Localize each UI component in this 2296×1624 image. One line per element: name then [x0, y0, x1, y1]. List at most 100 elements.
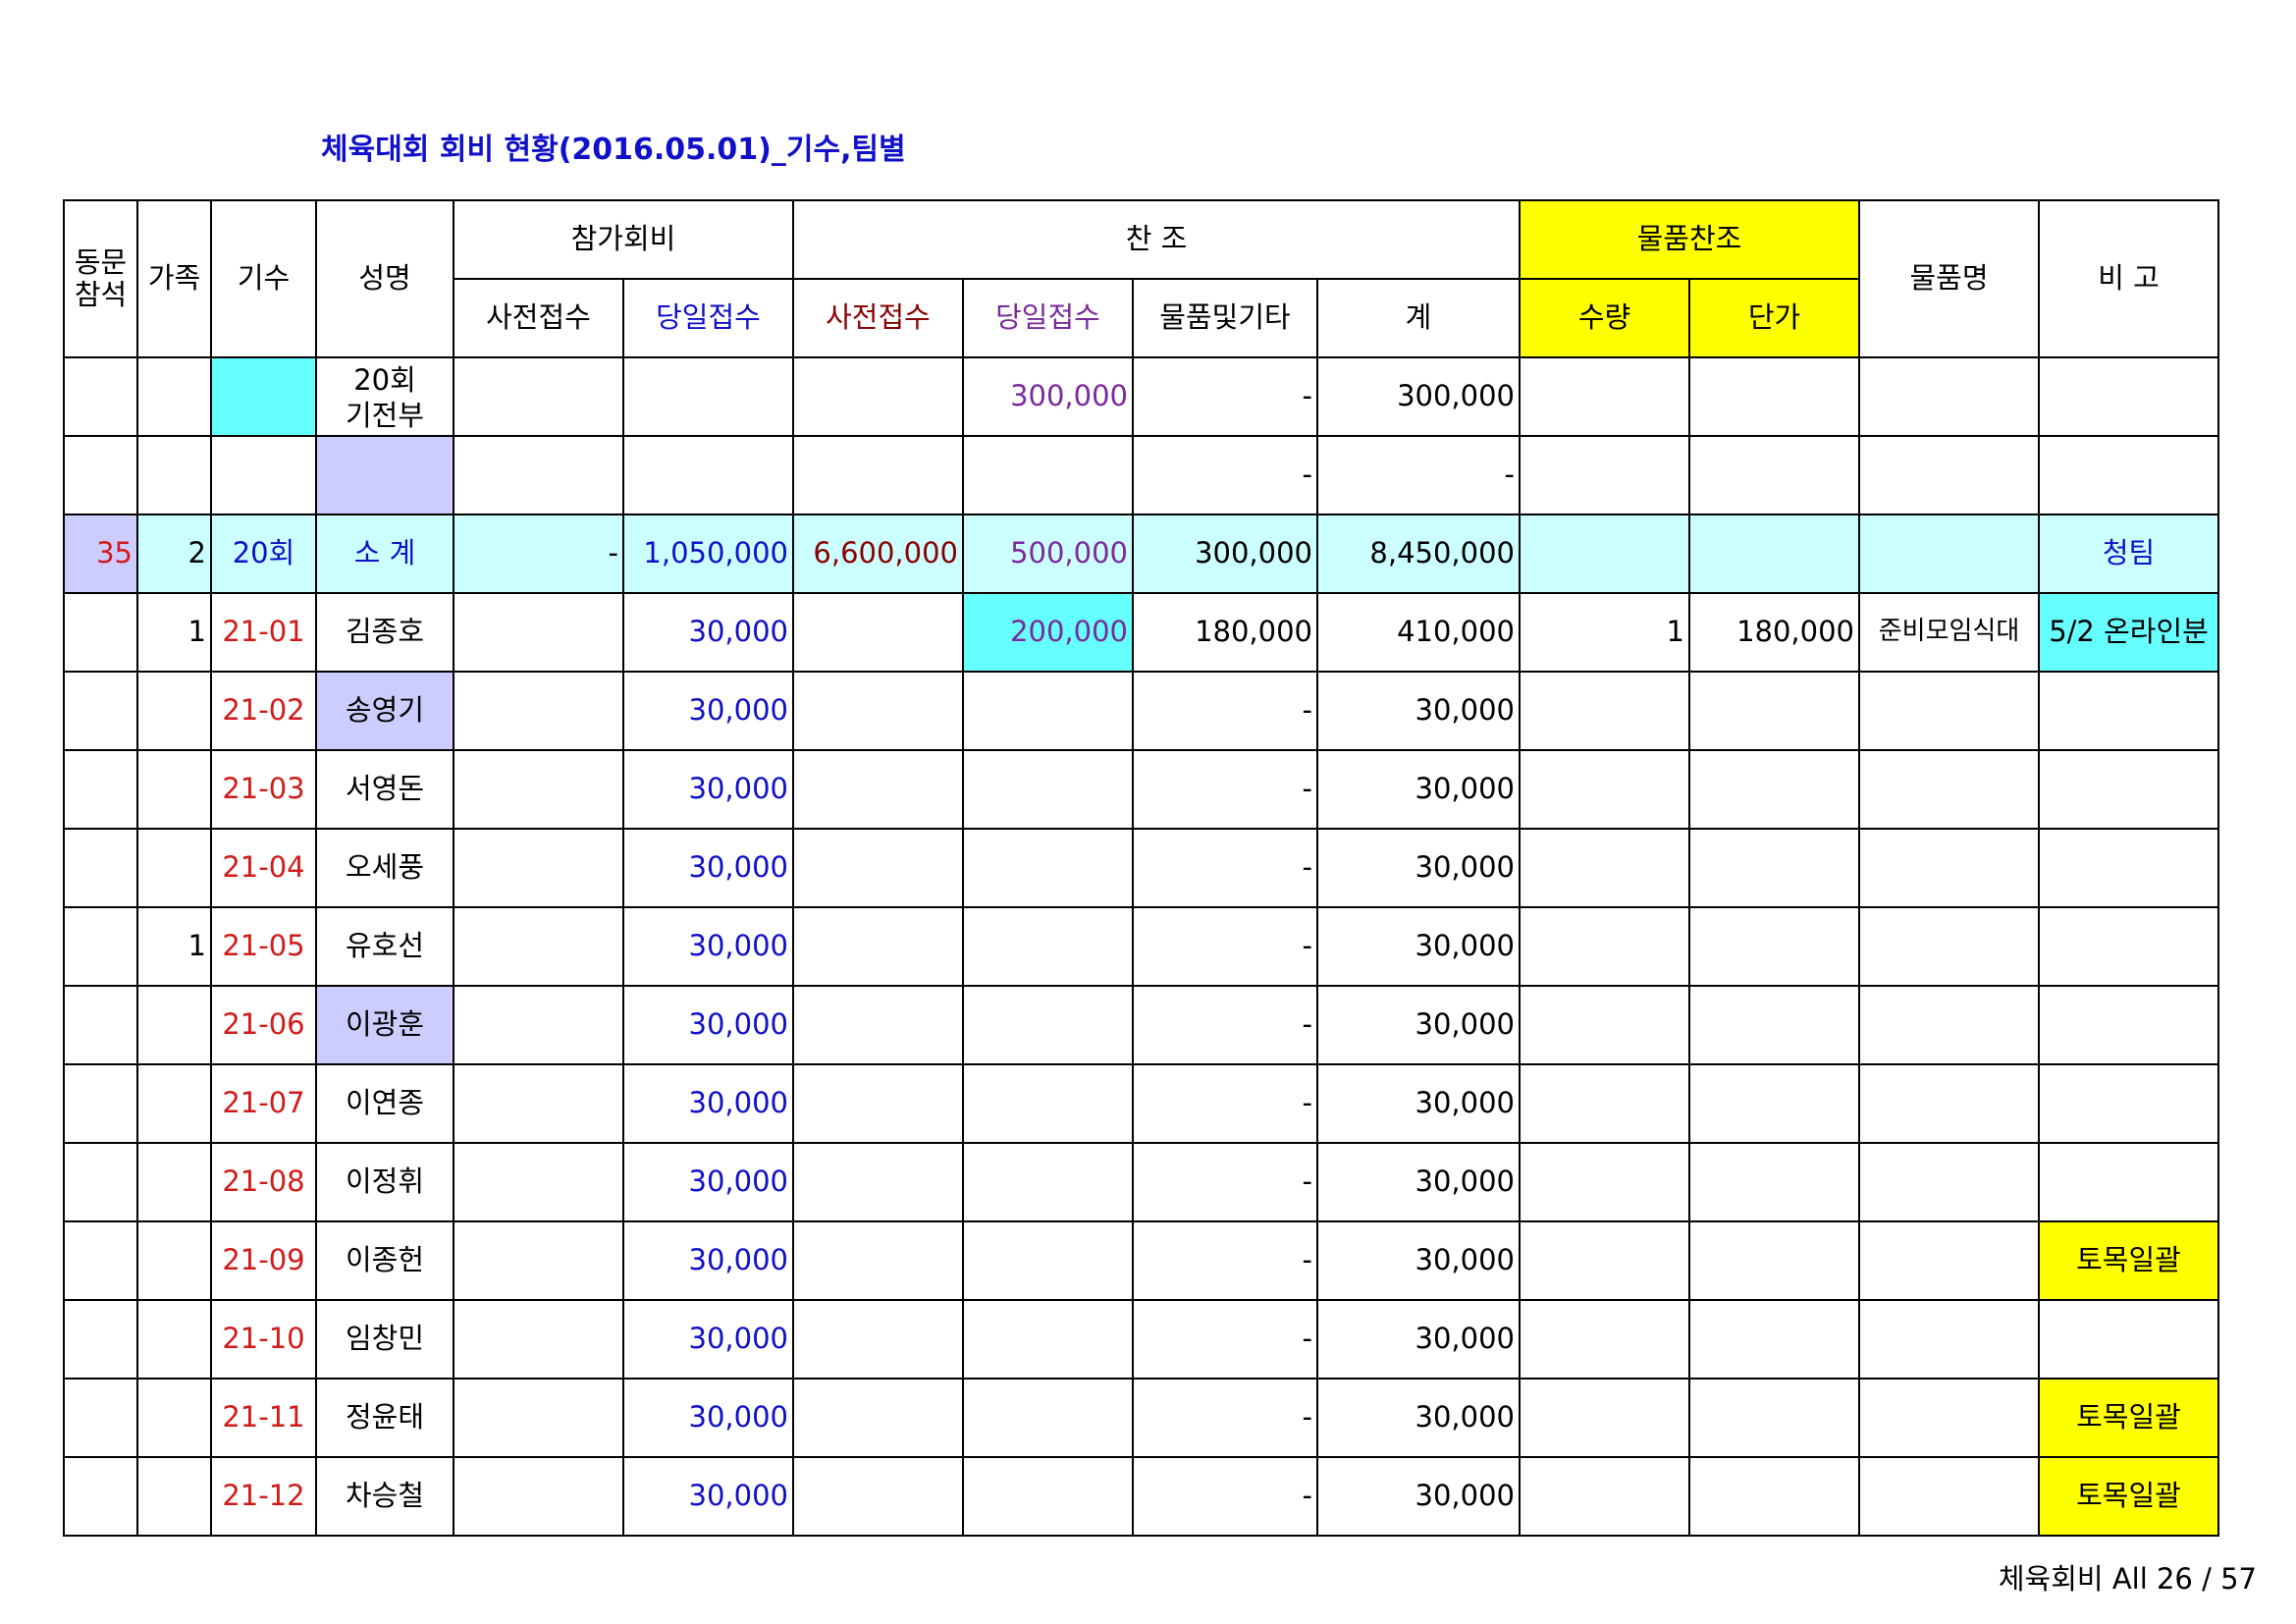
cell-sponsor-pre [792, 1063, 964, 1144]
cell-gisu: 21-10 [210, 1299, 317, 1380]
cell-qty: 1 [1519, 592, 1690, 673]
cell-sponsor-day [962, 828, 1134, 908]
col-header-sponsor-day: 당일접수 [962, 278, 1134, 358]
cell-gisu: 21-02 [210, 671, 317, 751]
cell-sponsor-goods: - [1132, 1063, 1318, 1144]
cell-name: 이광훈 [315, 985, 454, 1065]
cell-name: 정윤태 [315, 1378, 454, 1458]
cell-fee-pre [453, 671, 624, 751]
cell-fee-pre [453, 1220, 624, 1301]
cell-sponsor-day [962, 671, 1134, 751]
col-group-fee: 참가회비 [453, 199, 794, 280]
cell-gisu: 21-07 [210, 1063, 317, 1144]
cell-sponsor-pre [792, 1299, 964, 1380]
cell-name: 이종헌 [315, 1220, 454, 1301]
cell-name: 유호선 [315, 906, 454, 987]
col-header-qty: 수량 [1519, 278, 1690, 358]
cell-price [1688, 671, 1860, 751]
cell-goods-name [1858, 985, 2040, 1065]
cell-total: 30,000 [1316, 671, 1521, 751]
cell-sponsor-day [962, 749, 1134, 830]
cell-family [136, 1456, 212, 1537]
cell-price [1688, 749, 1860, 830]
cell-goods-name [1858, 1063, 2040, 1144]
table-row: 1 21-01 김종호 30,000 200,000 180,000 410,000 1 180… [63, 592, 2219, 673]
cell-price [1688, 1063, 1860, 1144]
cell-fee-pre [453, 1299, 624, 1380]
cell-name: 서영돈 [315, 749, 454, 830]
cell-price [1688, 828, 1860, 908]
cell-price [1688, 1142, 1860, 1222]
cell-sponsor-day [962, 1378, 1134, 1458]
cell-remark [2038, 435, 2219, 515]
cell-fee-day [622, 435, 794, 515]
cell-total: 300,000 [1316, 356, 1521, 437]
cell-fee-day: 30,000 [622, 1378, 794, 1458]
cell-family [136, 828, 212, 908]
fee-table: 동문 참석 가족 기수 성명 참가회비 찬 조 물품찬조 물품명 비 고 사전접… [63, 199, 2219, 1537]
cell-price [1688, 1299, 1860, 1380]
cell-gisu: 21-06 [210, 985, 317, 1065]
col-header-remark: 비 고 [2038, 199, 2219, 358]
cell-sponsor-day [962, 1299, 1134, 1380]
cell-fee-day: 30,000 [622, 906, 794, 987]
table-row: 1 21-05 유호선 30,000-30,000 [63, 906, 2219, 987]
cell-sponsor-goods: - [1132, 906, 1318, 987]
cell-qty [1519, 435, 1690, 515]
cell-sponsor-goods: 180,000 [1132, 592, 1318, 673]
cell-dongmun: 35 [63, 514, 138, 594]
cell-sponsor-goods: - [1132, 749, 1318, 830]
cell-remark [2038, 1299, 2219, 1380]
table-row: 21-08 이정휘 30,000-30,000 [63, 1142, 2219, 1222]
table-row: 21-07 이연종 30,000-30,000 [63, 1063, 2219, 1144]
cell-total: 30,000 [1316, 1142, 1521, 1222]
cell-sponsor-pre [792, 435, 964, 515]
cell-dongmun [63, 749, 138, 830]
cell-total: 8,450,000 [1316, 514, 1521, 594]
cell-fee-pre [453, 435, 624, 515]
cell-goods-name [1858, 1378, 2040, 1458]
cell-remark: 토목일괄 [2038, 1220, 2219, 1301]
cell-total: 30,000 [1316, 828, 1521, 908]
cell-remark: 토목일괄 [2038, 1456, 2219, 1537]
cell-name: 20회 기전부 [315, 356, 454, 437]
table-row: 21-10 임창민 30,000-30,000 [63, 1299, 2219, 1380]
col-header-goods-name: 물품명 [1858, 199, 2040, 358]
cell-remark [2038, 985, 2219, 1065]
cell-fee-pre [453, 985, 624, 1065]
cell-fee-day: 30,000 [622, 1456, 794, 1537]
table-row: 21-03 서영돈 30,000-30,000 [63, 749, 2219, 830]
cell-family [136, 1378, 212, 1458]
cell-gisu: 20회 [210, 514, 317, 594]
cell-name-text: 20회 기전부 [345, 363, 425, 432]
cell-sponsor-day: 500,000 [962, 514, 1134, 594]
cell-price [1688, 906, 1860, 987]
cell-total: 30,000 [1316, 906, 1521, 987]
page-title: 체육대회 회비 현황(2016.05.01)_기수,팀별 [321, 133, 906, 167]
cell-family [136, 356, 212, 437]
cell-total: 30,000 [1316, 1299, 1521, 1380]
col-header-sponsor-pre: 사전접수 [792, 278, 964, 358]
cell-qty [1519, 1142, 1690, 1222]
col-header-sponsor-goods: 물품및기타 [1132, 278, 1318, 358]
cell-qty [1519, 1378, 1690, 1458]
cell-family [136, 749, 212, 830]
cell-total: 30,000 [1316, 1063, 1521, 1144]
cell-goods-name [1858, 828, 2040, 908]
cell-name: 임창민 [315, 1299, 454, 1380]
cell-goods-name [1858, 671, 2040, 751]
cell-total: 410,000 [1316, 592, 1521, 673]
cell-remark [2038, 1142, 2219, 1222]
cell-gisu [210, 356, 317, 437]
cell-sponsor-day: 300,000 [962, 356, 1134, 437]
cell-sponsor-goods: - [1132, 356, 1318, 437]
cell-family [136, 1063, 212, 1144]
cell-goods-name [1858, 356, 2040, 437]
cell-goods-name: 준비모임식대 [1858, 592, 2040, 673]
cell-gisu: 21-09 [210, 1220, 317, 1301]
cell-fee-day: 30,000 [622, 1142, 794, 1222]
cell-dongmun [63, 592, 138, 673]
cell-remark: 청팀 [2038, 514, 2219, 594]
cell-price [1688, 1220, 1860, 1301]
cell-fee-day: 1,050,000 [622, 514, 794, 594]
